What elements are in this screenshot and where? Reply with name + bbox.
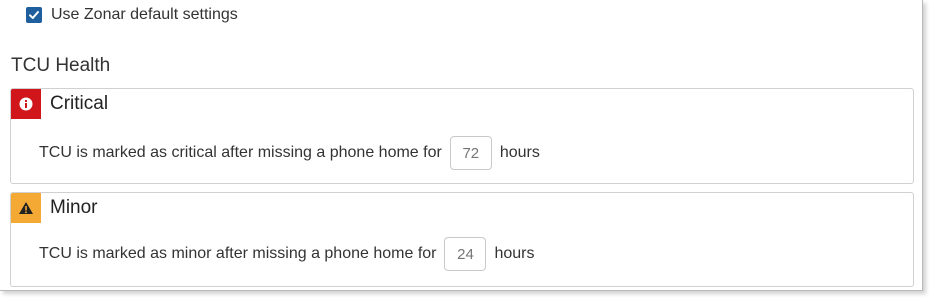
use-default-settings-row[interactable]: Use Zonar default settings — [26, 6, 238, 24]
checkmark-icon — [29, 11, 39, 19]
warning-triangle-icon — [11, 193, 41, 223]
minor-hours-unit: hours — [494, 245, 535, 262]
minor-card-header: Minor — [11, 193, 98, 223]
minor-title: Minor — [50, 197, 98, 218]
critical-hours-input[interactable] — [449, 136, 492, 170]
critical-card: Critical TCU is marked as critical after… — [10, 88, 914, 184]
critical-description: TCU is marked as critical after missing … — [39, 144, 442, 161]
use-default-settings-label[interactable]: Use Zonar default settings — [51, 6, 238, 24]
critical-card-header: Critical — [11, 89, 108, 119]
settings-panel: Use Zonar default settings TCU Health Cr… — [0, 0, 923, 291]
exclamation-circle-icon — [11, 89, 41, 119]
critical-title: Critical — [50, 93, 109, 114]
minor-description: TCU is marked as minor after missing a p… — [39, 245, 437, 262]
critical-threshold-row: TCU is marked as critical after missing … — [39, 136, 540, 170]
minor-card: Minor TCU is marked as minor after missi… — [10, 192, 914, 287]
tcu-health-heading: TCU Health — [11, 55, 111, 76]
critical-hours-unit: hours — [499, 144, 540, 161]
minor-hours-input[interactable] — [444, 237, 487, 271]
use-default-settings-checkbox[interactable] — [26, 7, 42, 23]
minor-threshold-row: TCU is marked as minor after missing a p… — [39, 237, 535, 271]
